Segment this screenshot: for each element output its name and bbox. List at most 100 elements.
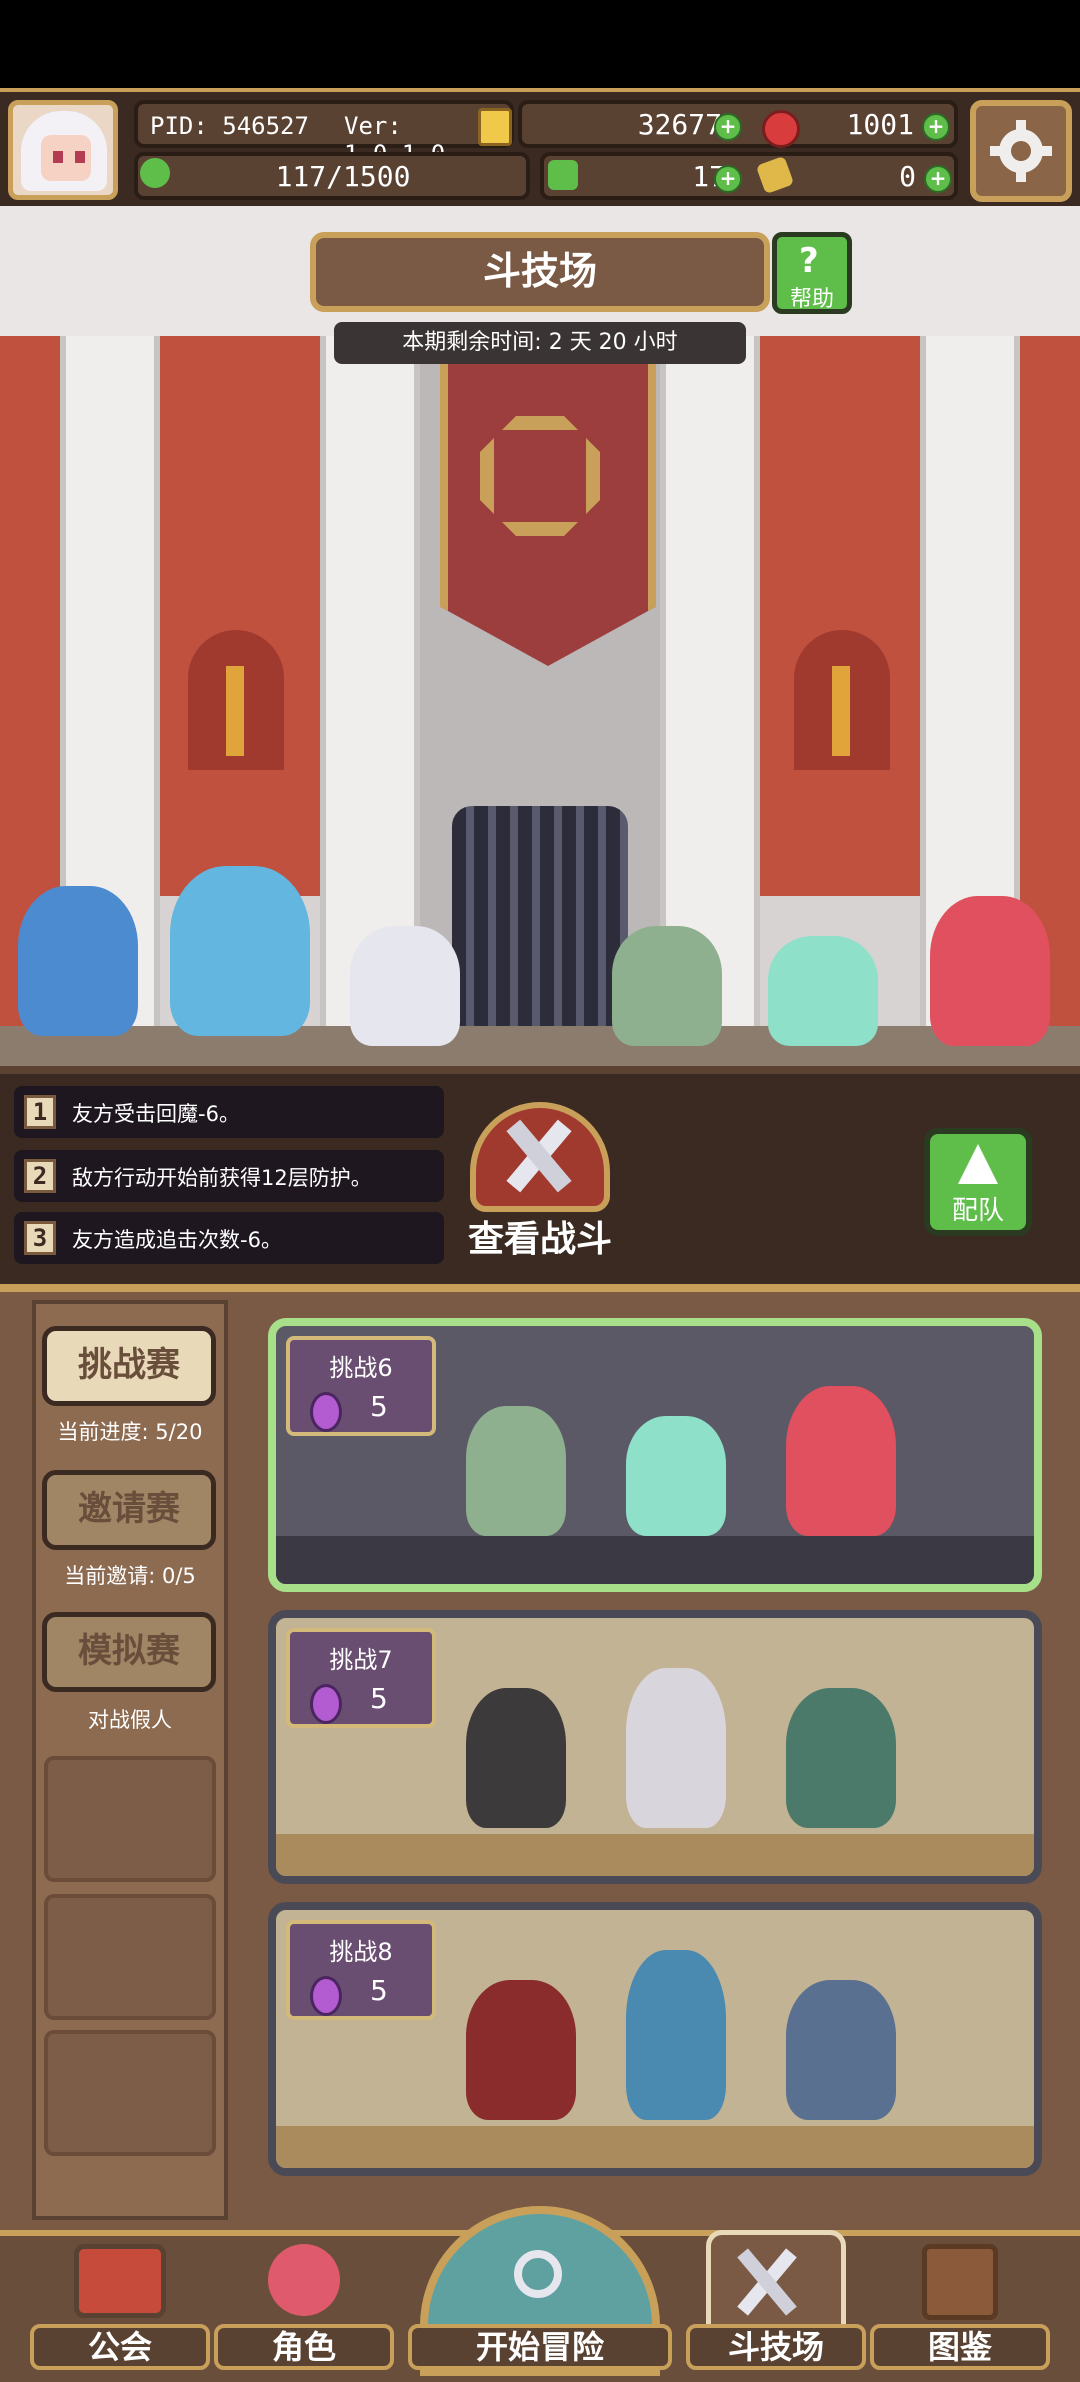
- simulation-mode-button[interactable]: 模拟赛: [42, 1612, 216, 1692]
- empty-slot: [44, 1894, 216, 2020]
- rule-number: 1: [24, 1095, 56, 1129]
- ticket-amount: 0: [899, 160, 916, 193]
- currency-bar-top: 32677 + 1001 +: [518, 100, 958, 148]
- challenge-cost: 5: [370, 1682, 388, 1715]
- question-icon: ?: [799, 241, 819, 281]
- view-battle-label: 查看战斗: [467, 1219, 612, 1260]
- team-icon: [958, 1144, 998, 1184]
- add-red-gem-icon[interactable]: +: [922, 113, 950, 141]
- settings-button[interactable]: [970, 100, 1072, 202]
- purple-gem-icon: [310, 1392, 342, 1432]
- arena-title: 斗技场: [310, 232, 770, 312]
- id-version-bar: PID: 546527 Ver: 1.0.1.0: [134, 100, 514, 168]
- enemy-character: [626, 1668, 726, 1828]
- nav-guild[interactable]: 公会: [30, 2230, 210, 2376]
- view-battle-button[interactable]: 查看战斗: [442, 1098, 638, 1268]
- challenge-mode-button[interactable]: 挑战赛: [42, 1326, 216, 1406]
- gear-icon: [990, 120, 1052, 182]
- clover-amount: 17: [692, 160, 726, 193]
- add-ticket-icon[interactable]: +: [924, 165, 952, 193]
- player-avatar[interactable]: [8, 100, 118, 200]
- energy-bar: 117/1500: [134, 152, 530, 200]
- add-gold-icon[interactable]: +: [714, 113, 742, 141]
- help-button[interactable]: ? 帮助: [772, 232, 852, 314]
- nav-label: 角色: [214, 2324, 394, 2370]
- nav-start-adventure[interactable]: 开始冒险: [408, 2206, 672, 2376]
- status-bar: [0, 0, 1080, 88]
- ally-character[interactable]: [350, 926, 460, 1046]
- red-gem-icon: [762, 110, 800, 148]
- ticket-icon: [755, 155, 795, 195]
- empty-slot: [44, 2030, 216, 2156]
- enemy-character: [626, 1416, 726, 1536]
- rule-item: 1 友方受击回魔-6。: [14, 1086, 444, 1138]
- enemy-character[interactable]: [930, 896, 1050, 1046]
- enemy-character: [786, 1386, 896, 1536]
- empty-slot: [44, 1756, 216, 1882]
- magnifier-icon: [514, 2250, 562, 2298]
- energy-icon: [140, 158, 170, 188]
- enemy-character: [786, 1688, 896, 1828]
- arena-gate: [452, 806, 628, 1036]
- enemy-character: [466, 1688, 566, 1828]
- rule-item: 3 友方造成追击次数-6。: [14, 1212, 444, 1264]
- challenge-title: 挑战7: [329, 1646, 393, 1674]
- book-icon: [922, 2244, 998, 2320]
- rule-text: 友方受击回魔-6。: [72, 1102, 240, 1126]
- challenge-label: 挑战6 5: [286, 1336, 436, 1436]
- character-icon: [268, 2244, 340, 2316]
- purple-gem-icon: [310, 1684, 342, 1724]
- remaining-time: 本期剩余时间: 2 天 20 小时: [334, 322, 746, 364]
- challenge-card-selected[interactable]: 挑战6 5: [268, 1318, 1042, 1592]
- rule-number: 3: [24, 1221, 56, 1255]
- crossed-swords-icon: [470, 1102, 610, 1212]
- team-button[interactable]: 配队: [924, 1128, 1032, 1236]
- nav-label: 开始冒险: [408, 2324, 672, 2370]
- challenge-title: 挑战6: [329, 1354, 393, 1382]
- enemy-character: [466, 1980, 576, 2120]
- purple-gem-icon: [310, 1976, 342, 2016]
- enemy-character: [626, 1950, 726, 2120]
- nav-arena[interactable]: 斗技场: [686, 2230, 866, 2376]
- enemy-character[interactable]: [612, 926, 722, 1046]
- red-gem-amount: 1001: [846, 108, 914, 141]
- enemy-character: [786, 1980, 896, 2120]
- nav-label: 斗技场: [686, 2324, 866, 2370]
- banner-emblem-icon: [480, 416, 600, 536]
- add-clover-icon[interactable]: +: [714, 165, 742, 193]
- challenge-cost: 5: [370, 1974, 388, 2007]
- challenge-label: 挑战8 5: [286, 1920, 436, 2020]
- challenge-card[interactable]: 挑战8 5: [268, 1902, 1042, 2176]
- rule-item: 2 敌方行动开始前获得12层防护。: [14, 1150, 444, 1202]
- challenge-title: 挑战8: [329, 1938, 393, 1966]
- guild-house-icon: [74, 2244, 166, 2318]
- nav-codex[interactable]: 图鉴: [870, 2230, 1050, 2376]
- energy-text: 117/1500: [275, 160, 411, 193]
- simulation-caption: 对战假人: [88, 1708, 172, 1732]
- rule-text: 友方造成追击次数-6。: [72, 1228, 282, 1252]
- nav-label: 图鉴: [870, 2324, 1050, 2370]
- currency-bar-bottom: 17 + 0 +: [540, 152, 958, 200]
- invite-mode-button[interactable]: 邀请赛: [42, 1470, 216, 1550]
- gold-amount: 32677: [637, 108, 722, 141]
- ally-character[interactable]: [18, 886, 138, 1036]
- clover-icon: [548, 160, 578, 190]
- enemy-character[interactable]: [768, 936, 878, 1046]
- ally-character[interactable]: [170, 866, 310, 1036]
- nav-character[interactable]: 角色: [214, 2230, 394, 2376]
- arena-floor: [0, 1026, 1080, 1066]
- invite-progress: 当前邀请: 0/5: [64, 1564, 196, 1588]
- team-label: 配队: [951, 1196, 1004, 1226]
- challenge-label: 挑战7 5: [286, 1628, 436, 1728]
- nav-label: 公会: [30, 2324, 210, 2370]
- sword-icon: [226, 666, 244, 756]
- enemy-character: [466, 1406, 566, 1536]
- challenge-card[interactable]: 挑战7 5: [268, 1610, 1042, 1884]
- help-label: 帮助: [789, 287, 834, 312]
- challenge-cost: 5: [370, 1390, 388, 1423]
- rule-number: 2: [24, 1159, 56, 1193]
- top-header: PID: 546527 Ver: 1.0.1.0 32677 + 1001 + …: [0, 88, 1080, 214]
- rule-text: 敌方行动开始前获得12层防护。: [72, 1166, 372, 1190]
- challenge-progress: 当前进度: 5/20: [57, 1420, 203, 1444]
- player-id: PID: 546527: [150, 112, 309, 140]
